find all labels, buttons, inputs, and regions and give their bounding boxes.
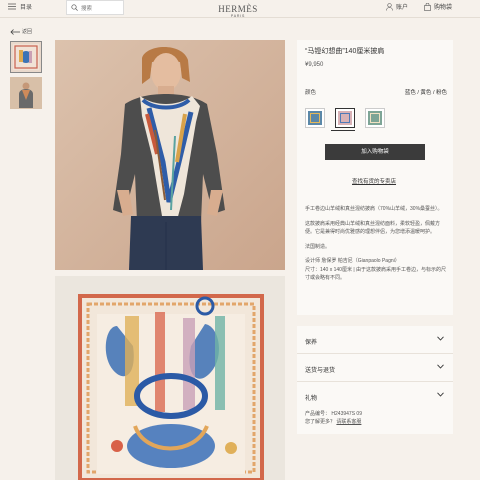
accordion-care[interactable]: 保养	[297, 326, 453, 354]
bag-label: 购物袋	[434, 5, 453, 11]
info-accordion: 保养 送货与退货 礼物	[297, 326, 453, 410]
chevron-down-icon	[437, 364, 444, 369]
product-photo-scarf[interactable]	[55, 276, 285, 480]
scarf-image	[55, 276, 285, 480]
thumbnail-scarf-image	[13, 44, 39, 70]
thumbnail-model[interactable]	[10, 77, 42, 109]
account-button[interactable]: 账户	[386, 2, 408, 11]
menu-label: 目录	[20, 5, 33, 11]
chevron-down-icon	[437, 336, 444, 341]
account-icon	[386, 2, 393, 11]
color-swatches	[305, 108, 385, 128]
bag-button[interactable]: 购物袋	[424, 2, 452, 11]
reference-row: 产品编号： H243947S 09	[305, 410, 445, 418]
product-price: ¥9,950	[305, 62, 324, 68]
thumbnail-model-image	[11, 78, 41, 108]
description-paragraph: 这款披肩采用经典山羊绒和真丝混纺面料，柔软轻盈，佩戴方便。它是兼得时尚优雅感的理…	[305, 220, 441, 236]
contact-row: 您了解更多？ 请联系客服	[305, 418, 445, 426]
description-paragraph: 手工卷边山羊绒和真丝混纺披肩（70%山羊绒，30%桑蚕丝）。	[305, 206, 443, 212]
hermes-logo[interactable]: HERMÈS PARIS	[218, 0, 258, 19]
description-paragraph: 尺寸：140 x 140厘米 | 由于这款披肩采用手工卷边，与标示的尺寸或会略有…	[305, 266, 447, 282]
search-placeholder: 搜索	[81, 5, 93, 12]
reference-label: 产品编号：	[305, 411, 331, 417]
back-label: 返回	[22, 29, 33, 35]
back-link[interactable]: 返回	[10, 28, 32, 35]
add-to-bag-button[interactable]: 加入购物袋	[325, 144, 425, 160]
find-store-link[interactable]: 查找有货的专卖店	[352, 177, 396, 185]
logo-city: PARIS	[230, 14, 246, 18]
account-label: 账户	[396, 5, 409, 11]
swatch-pink[interactable]	[335, 108, 355, 128]
product-photo-model[interactable]	[55, 40, 285, 270]
logo-brand: HERMÈS	[218, 4, 258, 14]
color-value: 蓝色 / 黄色 / 粉色	[404, 90, 447, 96]
thumbnail-scarf[interactable]	[10, 41, 42, 73]
contact-link[interactable]: 请联系客服	[336, 419, 361, 425]
product-title: “马镫幻想曲”140厘米披肩	[305, 48, 385, 55]
search-icon	[71, 4, 78, 11]
swatch-blue[interactable]	[305, 108, 325, 128]
back-arrow-icon	[10, 28, 20, 35]
model-image	[55, 40, 285, 270]
product-description: 手工卷边山羊绒和真丝混纺披肩（70%山羊绒，30%桑蚕丝）。 这款披肩采用经典山…	[305, 205, 447, 289]
product-reference: 产品编号： H243947S 09 您了解更多？ 请联系客服	[297, 404, 453, 434]
contact-question: 您了解更多？	[305, 419, 336, 425]
chevron-down-icon	[437, 392, 444, 397]
description-paragraph: 法国制造。	[305, 243, 331, 250]
top-header: 目录 搜索 HERMÈS PARIS 账户 购物袋	[0, 0, 480, 18]
swatch-green[interactable]	[365, 108, 385, 128]
menu-icon	[8, 3, 16, 10]
accordion-label: 送货与退货	[305, 368, 336, 374]
description-paragraph: 设计师 詹保罗 帕吉尼（Gianpaolo Pagni）	[305, 258, 400, 264]
accordion-delivery[interactable]: 送货与退货	[297, 354, 453, 382]
selected-swatch-indicator	[331, 130, 355, 131]
color-label: 颜色	[305, 90, 317, 96]
menu-button[interactable]: 目录	[8, 2, 32, 11]
color-selector-header: 颜色 蓝色 / 黄色 / 粉色	[305, 88, 447, 96]
search-input[interactable]: 搜索	[66, 0, 124, 15]
reference-value: H243947S 09	[331, 411, 362, 417]
accordion-label: 保养	[305, 340, 318, 346]
bag-icon	[424, 2, 431, 11]
accordion-label: 礼物	[305, 396, 318, 402]
